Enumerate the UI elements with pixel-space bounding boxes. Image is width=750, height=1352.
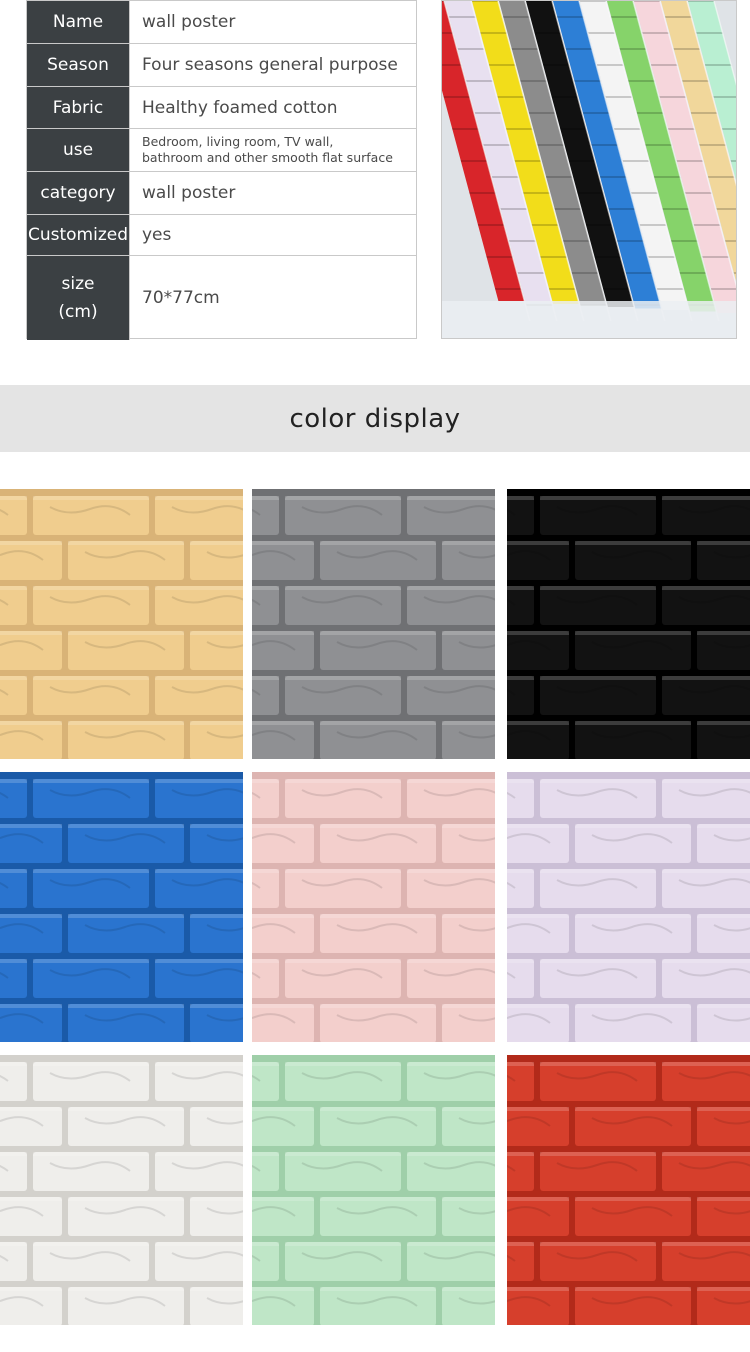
spec-key: Customized (27, 215, 129, 255)
section-title: color display (289, 403, 461, 434)
spec-value: Bedroom, living room, TV wall, bathroom … (129, 129, 416, 171)
spec-key: Fabric (27, 87, 129, 128)
spec-key-line: (cm) (58, 302, 98, 322)
spec-row-category: category wall poster (27, 172, 416, 215)
spec-value: Healthy foamed cotton (129, 87, 416, 128)
swatch-gray (252, 489, 495, 759)
spec-key: use (27, 129, 129, 171)
brick-pattern (252, 1055, 495, 1325)
spec-row-size: size (cm) 70*77cm (27, 256, 416, 340)
swatch-blue (0, 772, 243, 1042)
spec-key: size (cm) (27, 256, 129, 340)
spec-row-fabric: Fabric Healthy foamed cotton (27, 87, 416, 129)
brick-pattern (252, 772, 495, 1042)
spec-row-name: Name wall poster (27, 1, 416, 44)
spec-value: wall poster (129, 1, 416, 43)
spec-key: category (27, 172, 129, 214)
spec-table: Name wall poster Season Four seasons gen… (26, 0, 417, 340)
spec-value-line: Bedroom, living room, TV wall, (142, 134, 334, 149)
spec-value: yes (129, 215, 416, 255)
brick-pattern (0, 1055, 243, 1325)
spec-value: 70*77cm (129, 256, 416, 340)
swatch-beige (0, 489, 243, 759)
spec-row-season: Season Four seasons general purpose (27, 44, 416, 87)
swatch-white (0, 1055, 243, 1325)
spec-key: Name (27, 1, 129, 43)
brick-pattern (507, 772, 750, 1042)
spec-value-line: bathroom and other smooth flat surface (142, 150, 393, 165)
brick-pattern (507, 1055, 750, 1325)
spec-key: Season (27, 44, 129, 86)
spec-value: Four seasons general purpose (129, 44, 416, 86)
brick-pattern (0, 772, 243, 1042)
section-banner: color display (0, 385, 750, 452)
swatch-pink (252, 772, 495, 1042)
swatch-black (507, 489, 750, 759)
spec-value: wall poster (129, 172, 416, 214)
brick-pattern (507, 489, 750, 759)
spec-row-customized: Customized yes (27, 215, 416, 256)
swatch-lavender (507, 772, 750, 1042)
stacked-panels-image (442, 1, 736, 338)
swatch-red (507, 1055, 750, 1325)
spec-key-line: size (61, 274, 95, 294)
swatch-mint (252, 1055, 495, 1325)
brick-pattern (252, 489, 495, 759)
product-stack-photo (441, 0, 737, 339)
brick-pattern (0, 489, 243, 759)
spec-row-use: use Bedroom, living room, TV wall, bathr… (27, 129, 416, 172)
